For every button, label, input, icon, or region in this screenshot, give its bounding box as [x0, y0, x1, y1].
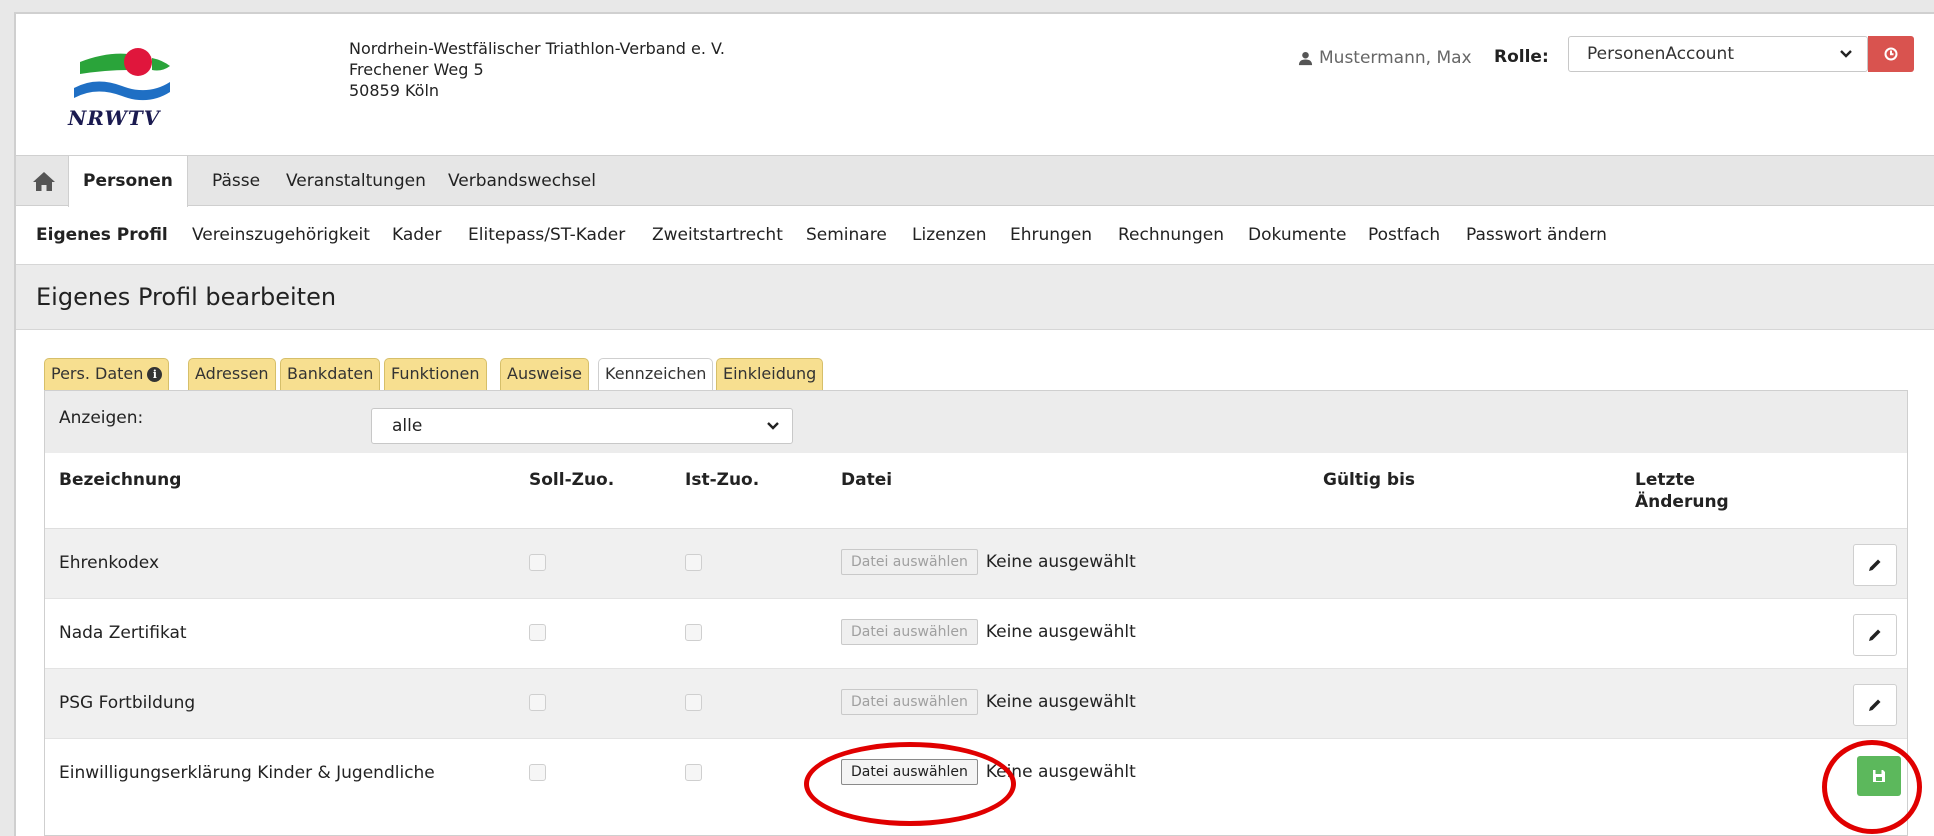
org-city: 50859 Köln	[349, 81, 440, 100]
info-icon: i	[147, 367, 163, 382]
file-input: Datei auswählen Keine ausgewählt	[841, 689, 1136, 715]
file-input: Datei auswählen Keine ausgewählt	[841, 759, 1136, 785]
header-letzte-aenderung: Letzte Änderung	[1635, 469, 1729, 513]
subnav-vereinszugehoerigkeit[interactable]: Vereinszugehörigkeit	[192, 225, 370, 245]
soll-zuo-checkbox[interactable]	[529, 554, 546, 571]
logout-button[interactable]	[1868, 36, 1914, 72]
subnav-elitepass[interactable]: Elitepass/ST-Kader	[468, 225, 625, 245]
file-status: Keine ausgewählt	[985, 552, 1136, 572]
row-name: Nada Zertifikat	[59, 623, 187, 643]
home-icon[interactable]	[32, 170, 56, 192]
floppy-disk-icon	[1873, 770, 1885, 782]
table-row: PSG Fortbildung Datei auswählen Keine au…	[45, 669, 1907, 739]
header: NRWTV Nordrhein-Westfälischer Triathlon-…	[16, 14, 1934, 156]
row-name: PSG Fortbildung	[59, 693, 196, 713]
soll-zuo-checkbox[interactable]	[529, 624, 546, 641]
file-input: Datei auswählen Keine ausgewählt	[841, 549, 1136, 575]
screen-frame: NRWTV Nordrhein-Westfälischer Triathlon-…	[0, 0, 1934, 836]
subnav-ehrungen[interactable]: Ehrungen	[1010, 225, 1092, 245]
tab-einkleidung[interactable]: Einkleidung	[716, 358, 824, 390]
tab-ausweise[interactable]: Ausweise	[500, 358, 589, 390]
tab-funktionen[interactable]: Funktionen	[384, 358, 487, 390]
page: NRWTV Nordrhein-Westfälischer Triathlon-…	[14, 12, 1934, 836]
tab-kennzeichen[interactable]: Kennzeichen	[598, 358, 714, 392]
page-title: Eigenes Profil bearbeiten	[36, 283, 337, 311]
subnav-passwort-aendern[interactable]: Passwort ändern	[1466, 225, 1607, 245]
tab-pers-daten[interactable]: Pers. Daten i	[44, 358, 170, 390]
organization-address: Nordrhein-Westfälischer Triathlon-Verban…	[349, 38, 725, 101]
table-header: Bezeichnung Soll-Zuo. Ist-Zuo. Datei Gül…	[45, 453, 1907, 529]
header-bezeichnung: Bezeichnung	[59, 470, 182, 490]
nav-tab-paesse[interactable]: Pässe	[212, 156, 260, 206]
file-choose-button[interactable]: Datei auswählen	[841, 549, 978, 575]
subnav-zweitstartrecht[interactable]: Zweitstartrecht	[652, 225, 783, 245]
save-button[interactable]	[1857, 756, 1901, 796]
tab-bankdaten[interactable]: Bankdaten	[280, 358, 381, 390]
file-status: Keine ausgewählt	[985, 622, 1136, 642]
tab-pers-daten-label: Pers. Daten	[51, 364, 144, 383]
pencil-icon	[1869, 559, 1881, 571]
header-ist-zuo: Ist-Zuo.	[685, 470, 760, 490]
subnav-kader[interactable]: Kader	[392, 225, 442, 245]
subnav-postfach[interactable]: Postfach	[1368, 225, 1440, 245]
file-choose-button[interactable]: Datei auswählen	[841, 619, 978, 645]
soll-zuo-checkbox[interactable]	[529, 694, 546, 711]
subnav-dokumente[interactable]: Dokumente	[1248, 225, 1347, 245]
nav-tab-personen[interactable]: Personen	[68, 156, 188, 207]
edit-button[interactable]	[1853, 684, 1897, 726]
filter-select-value: alle	[392, 416, 423, 436]
edit-button[interactable]	[1853, 544, 1897, 586]
header-gueltig-bis: Gültig bis	[1323, 470, 1416, 490]
ist-zuo-checkbox[interactable]	[685, 764, 702, 781]
ist-zuo-checkbox[interactable]	[685, 624, 702, 641]
file-status: Keine ausgewählt	[985, 692, 1136, 712]
rolle-select[interactable]: PersonenAccount	[1568, 36, 1868, 72]
header-soll-zuo: Soll-Zuo.	[529, 470, 615, 490]
header-datei: Datei	[841, 470, 893, 490]
file-status: Keine ausgewählt	[985, 762, 1136, 782]
main-navigation: Personen Pässe Veranstaltungen Verbandsw…	[16, 156, 1934, 207]
nav-tab-verbandswechsel[interactable]: Verbandswechsel	[448, 156, 596, 206]
power-icon	[1884, 47, 1898, 61]
pencil-icon	[1869, 629, 1881, 641]
tab-adressen[interactable]: Adressen	[188, 358, 276, 390]
table-row: Nada Zertifikat Datei auswählen Keine au…	[45, 599, 1907, 669]
kennzeichen-panel: Anzeigen: alle Bezeichnung Soll-Zuo. Ist…	[44, 390, 1908, 836]
pencil-icon	[1869, 699, 1881, 711]
file-input: Datei auswählen Keine ausgewählt	[841, 619, 1136, 645]
table-row: Einwilligungserklärung Kinder & Jugendli…	[45, 739, 1907, 809]
subnav-eigenes-profil[interactable]: Eigenes Profil	[36, 225, 168, 245]
file-choose-button[interactable]: Datei auswählen	[841, 689, 978, 715]
row-name: Einwilligungserklärung Kinder & Jugendli…	[59, 763, 435, 783]
filter-label: Anzeigen:	[59, 408, 144, 428]
ist-zuo-checkbox[interactable]	[685, 554, 702, 571]
chevron-down-icon	[767, 422, 779, 430]
logo-text: NRWTV	[68, 106, 161, 130]
filter-select[interactable]: alle	[371, 408, 793, 444]
chevron-down-icon	[1840, 50, 1852, 58]
org-street: Frechener Weg 5	[349, 60, 484, 79]
org-name: Nordrhein-Westfälischer Triathlon-Verban…	[349, 39, 725, 58]
header-aenderung: Änderung	[1635, 492, 1729, 512]
user-icon	[1298, 51, 1313, 65]
rolle-label: Rolle:	[1494, 47, 1549, 67]
nav-tab-veranstaltungen[interactable]: Veranstaltungen	[286, 156, 426, 206]
subnav-rechnungen[interactable]: Rechnungen	[1118, 225, 1224, 245]
rolle-select-value: PersonenAccount	[1587, 44, 1734, 64]
subnav-lizenzen[interactable]: Lizenzen	[912, 225, 987, 245]
filter-row: Anzeigen: alle	[45, 391, 1907, 453]
edit-button[interactable]	[1853, 614, 1897, 656]
soll-zuo-checkbox[interactable]	[529, 764, 546, 781]
user-name: Mustermann, Max	[1319, 48, 1472, 68]
table-row: Ehrenkodex Datei auswählen Keine ausgewä…	[45, 529, 1907, 599]
file-choose-button[interactable]: Datei auswählen	[841, 759, 978, 785]
current-user[interactable]: Mustermann, Max	[1298, 48, 1472, 68]
row-name: Ehrenkodex	[59, 553, 160, 573]
page-title-bar: Eigenes Profil bearbeiten	[16, 264, 1934, 330]
header-letzte: Letzte	[1635, 470, 1696, 490]
sub-navigation: Eigenes Profil Vereinszugehörigkeit Kade…	[16, 207, 1934, 263]
ist-zuo-checkbox[interactable]	[685, 694, 702, 711]
subnav-seminare[interactable]: Seminare	[806, 225, 887, 245]
